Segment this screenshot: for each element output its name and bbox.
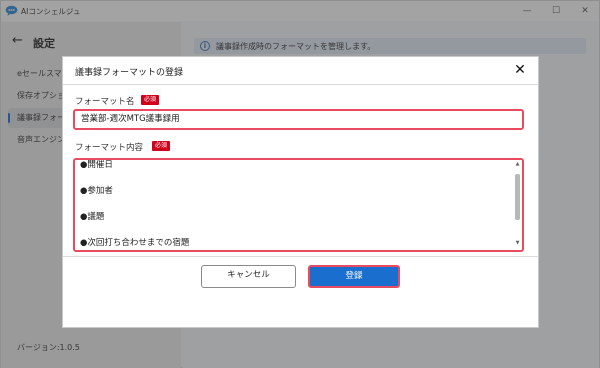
dialog-header-divider	[63, 84, 538, 85]
cancel-button[interactable]: キャンセル	[201, 265, 296, 288]
format-register-dialog: 議事録フォーマットの登録 ✕ フォーマット名 必須 営業部-週次MTG議事録用 …	[62, 56, 539, 328]
content-line: ●参加者	[80, 186, 113, 196]
scroll-up-icon[interactable]: ▲	[514, 161, 521, 168]
scrollbar-thumb[interactable]	[515, 174, 520, 220]
format-name-label: フォーマット名	[75, 97, 135, 107]
content-line: ●議題	[80, 212, 105, 222]
close-icon[interactable]: ✕	[512, 62, 528, 78]
required-badge: 必須	[152, 141, 171, 151]
dialog-footer-divider	[63, 256, 538, 257]
scrollbar[interactable]: ▲ ▼	[514, 161, 521, 249]
content-line: ●次回打ち合わせまでの宿題	[80, 238, 190, 248]
dialog-title: 議事録フォーマットの登録	[75, 68, 184, 78]
register-button[interactable]: 登録	[308, 265, 400, 288]
format-name-input[interactable]: 営業部-週次MTG議事録用	[73, 109, 524, 130]
scroll-down-icon[interactable]: ▼	[514, 240, 521, 247]
format-content-textarea[interactable]: ●開催日 ●参加者 ●議題 ●次回打ち合わせまでの宿題 ▲ ▼	[73, 158, 524, 252]
format-content-label: フォーマット内容	[75, 143, 144, 153]
content-line: ●開催日	[80, 160, 113, 170]
required-badge: 必須	[141, 95, 160, 105]
